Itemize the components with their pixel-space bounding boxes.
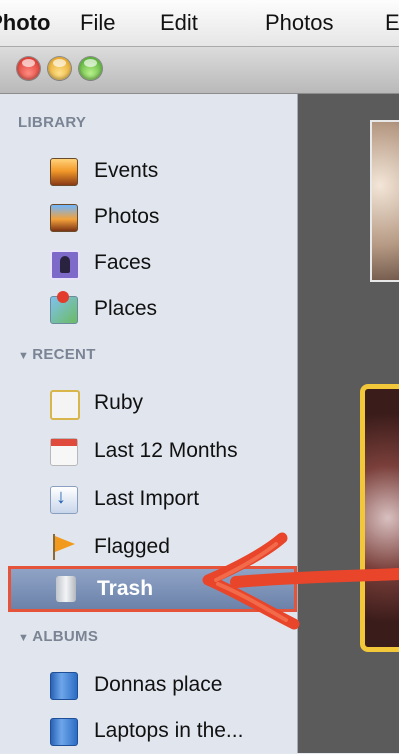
album-icon <box>50 718 78 746</box>
sidebar-item-faces[interactable]: Faces <box>0 240 297 286</box>
section-header-albums[interactable]: ▼ ALBUMS <box>18 628 98 645</box>
photos-icon <box>50 204 78 232</box>
import-icon <box>50 486 78 514</box>
sidebar-item-places[interactable]: Places <box>0 286 297 332</box>
album-icon <box>50 672 78 700</box>
photo-browser <box>298 94 399 753</box>
disclosure-triangle-icon: ▼ <box>18 350 30 362</box>
sidebar-item-label: Places <box>94 297 158 320</box>
section-header-label: RECENT <box>32 346 96 363</box>
minimize-window-button[interactable] <box>48 57 71 80</box>
faces-icon <box>50 250 80 280</box>
map-pin-icon <box>50 291 78 324</box>
menu-bar: iPhoto File Edit Photos E <box>0 0 399 47</box>
event-album-icon <box>50 390 80 420</box>
source-list-sidebar: LIBRARY Events Photos Faces Places ▼ RECE… <box>0 94 298 753</box>
menu-photos[interactable]: Photos <box>265 10 334 36</box>
trash-icon <box>56 576 76 602</box>
sidebar-item-label: Trash <box>97 577 154 600</box>
section-header-recent[interactable]: ▼ RECENT <box>18 346 96 363</box>
sidebar-item-label: Events <box>94 159 159 182</box>
menu-edit-more[interactable]: E <box>385 10 399 36</box>
sidebar-item-label: Photos <box>94 205 160 228</box>
sidebar-item-label: Faces <box>94 251 152 274</box>
flag-icon <box>50 534 76 560</box>
section-header-label: ALBUMS <box>32 628 99 645</box>
sidebar-item-label: Flagged <box>94 535 170 558</box>
sidebar-item-last-import[interactable]: Last Import <box>0 476 297 522</box>
sidebar-item-label: Last Import <box>94 487 200 510</box>
sidebar-item-label: Laptops in the... <box>94 719 244 742</box>
sidebar-item-laptops[interactable]: Laptops in the... <box>0 708 297 754</box>
menu-file[interactable]: File <box>80 10 115 36</box>
menu-app-name[interactable]: iPhoto <box>0 10 50 36</box>
close-window-button[interactable] <box>17 57 40 80</box>
photo-thumbnail[interactable] <box>370 120 399 282</box>
sidebar-item-events[interactable]: Events <box>0 148 297 194</box>
sidebar-item-label: Ruby <box>94 391 144 414</box>
zoom-window-button[interactable] <box>79 57 102 80</box>
window-title-bar <box>0 47 399 94</box>
sidebar-item-label: Donnas place <box>94 673 223 696</box>
section-header-library: LIBRARY <box>18 114 87 131</box>
sidebar-item-label: Last 12 Months <box>94 439 238 462</box>
calendar-icon <box>50 438 78 466</box>
sidebar-item-last-12-months[interactable]: Last 12 Months <box>0 428 297 474</box>
annotation-arrow <box>202 532 399 630</box>
events-icon <box>50 158 78 186</box>
disclosure-triangle-icon: ▼ <box>18 632 30 644</box>
sidebar-item-donnas-place[interactable]: Donnas place <box>0 662 297 708</box>
sidebar-item-photos[interactable]: Photos <box>0 194 297 240</box>
sidebar-item-ruby[interactable]: Ruby <box>0 380 297 426</box>
menu-edit[interactable]: Edit <box>160 10 198 36</box>
